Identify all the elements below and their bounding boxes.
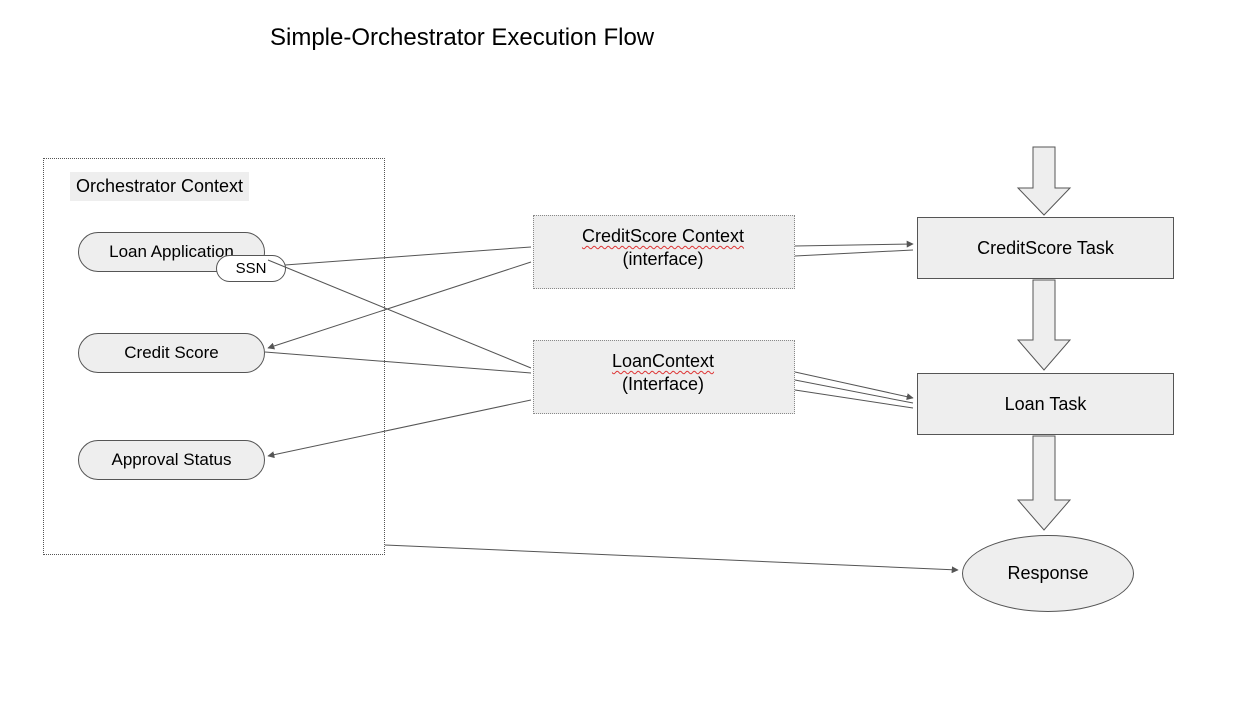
credit-score-context-label: CreditScore Context (interface): [553, 225, 773, 272]
approval-status-node: Approval Status: [78, 440, 265, 480]
credit-score-node: Credit Score: [78, 333, 265, 373]
flow-arrow-top: [1018, 147, 1070, 215]
ssn-node: SSN: [216, 255, 286, 282]
flow-arrow-bottom: [1018, 436, 1070, 530]
flow-arrow-middle: [1018, 280, 1070, 370]
diagram-title: Simple-Orchestrator Execution Flow: [270, 24, 654, 52]
loan-context-label: LoanContext (Interface): [553, 350, 773, 397]
response-node: Response: [962, 535, 1134, 612]
credit-score-task-box: CreditScore Task: [917, 217, 1174, 279]
orchestrator-context-label: Orchestrator Context: [70, 172, 249, 201]
diagram-canvas: Simple-Orchestrator Execution Flow Orche…: [0, 0, 1256, 714]
loan-task-box: Loan Task: [917, 373, 1174, 435]
